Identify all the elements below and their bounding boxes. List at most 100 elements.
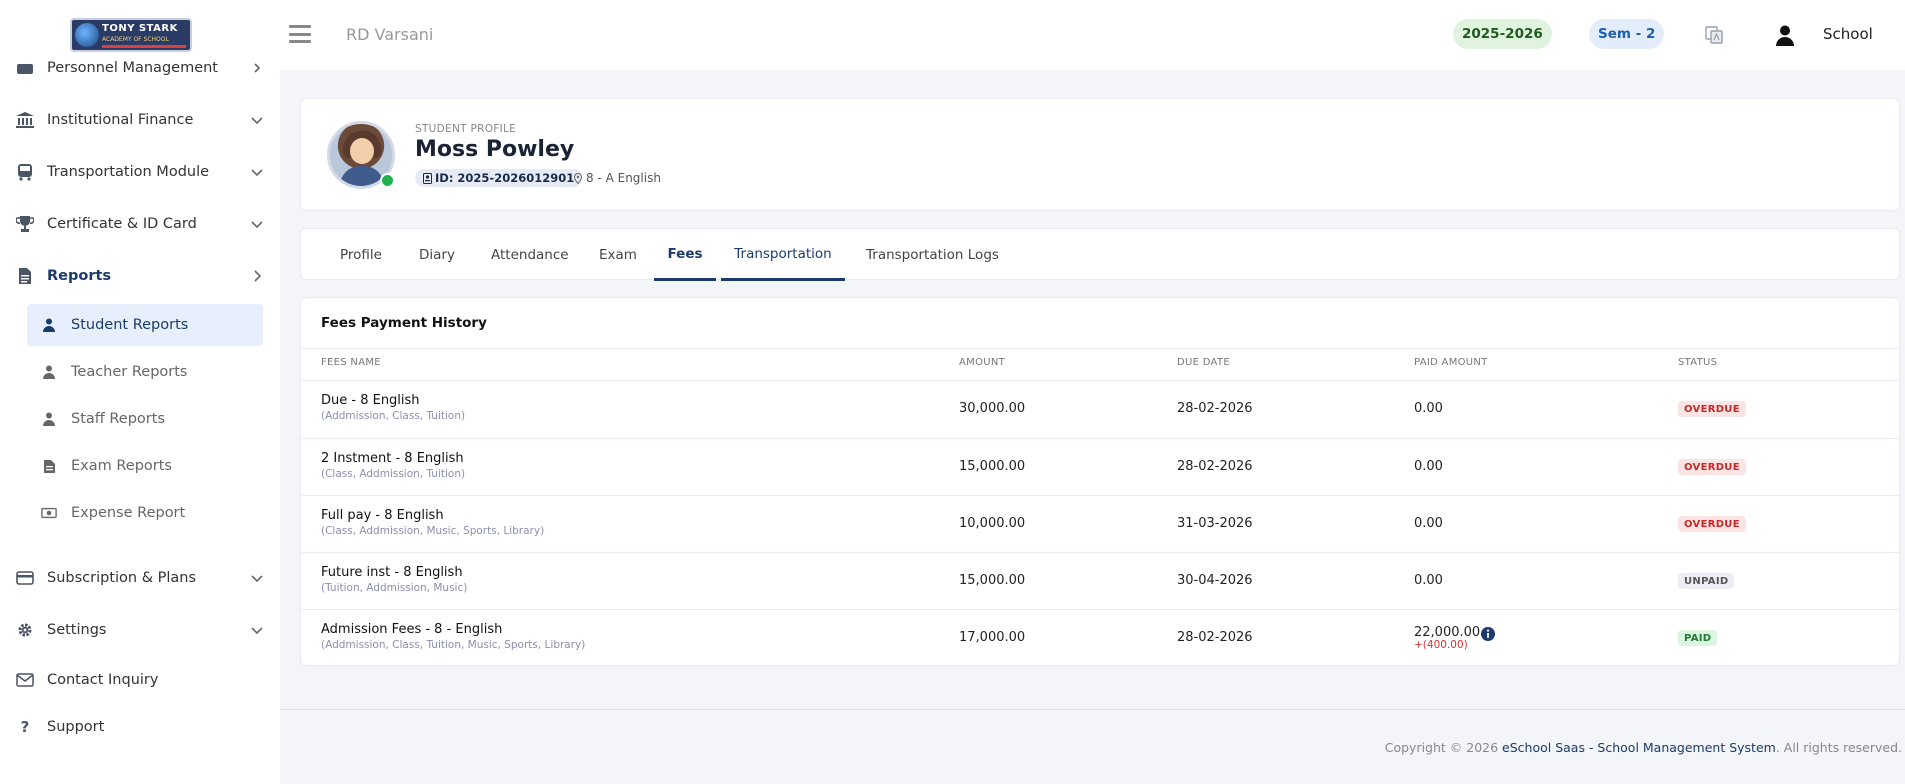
sidebar-subitem-staff-reports[interactable]: Staff Reports <box>27 398 263 440</box>
sidebar-item-label: Contact Inquiry <box>47 672 159 688</box>
id-card-icon <box>423 172 432 184</box>
semester-badge[interactable]: Sem - 2 <box>1589 19 1665 49</box>
trophy-icon <box>15 214 35 234</box>
envelope-icon <box>15 670 35 690</box>
fee-amount: 15,000.00 <box>959 573 1026 588</box>
user-avatar-icon[interactable] <box>1774 24 1796 46</box>
chevron-right-icon <box>250 61 264 75</box>
copyright-suffix: . All rights reserved. <box>1775 740 1902 755</box>
fee-amount: 15,000.00 <box>959 459 1026 474</box>
copyright-text: Copyright © 2026 eSchool Saas - School M… <box>1385 740 1902 755</box>
table-row[interactable]: Future inst - 8 English (Tuition, Addmis… <box>301 553 1901 610</box>
sidebar-item-settings[interactable]: Settings <box>0 610 280 650</box>
chevron-down-icon <box>250 113 264 127</box>
column-header-fees-name: FEES NAME <box>321 357 381 368</box>
avatar-face <box>350 138 374 164</box>
chevron-down-icon <box>250 217 264 231</box>
tab-exam[interactable]: Exam <box>599 229 637 281</box>
sidebar-subitem-label: Student Reports <box>71 317 189 333</box>
online-status-dot <box>380 173 395 188</box>
column-header-amount: AMOUNT <box>959 357 1006 368</box>
session-badge[interactable]: 2025-2026 <box>1453 19 1552 49</box>
sidebar-item-label: Subscription & Plans <box>47 570 197 586</box>
user-icon <box>41 364 57 380</box>
fee-paid-amount: 22,000.00 <box>1414 625 1481 640</box>
fee-due-date: 31-03-2026 <box>1177 516 1253 531</box>
sidebar-item-label: Settings <box>47 622 107 638</box>
logo-title: TONY STARK <box>102 23 178 34</box>
logo-subtitle: ACADEMY OF SCHOOL <box>102 36 169 43</box>
divider <box>301 348 1901 349</box>
money-icon <box>41 505 57 521</box>
fee-paid-amount: 0.00 <box>1414 516 1443 531</box>
sidebar-subitem-expense-report[interactable]: Expense Report <box>27 492 263 534</box>
copyright-prefix: Copyright © 2026 <box>1384 740 1503 755</box>
section-title: Fees Payment History <box>321 315 487 331</box>
fee-paid-amount: 0.00 <box>1414 573 1443 588</box>
sidebar-subitem-student-reports[interactable]: Student Reports <box>27 304 263 346</box>
fee-components: (Addmission, Class, Tuition) <box>321 410 466 422</box>
language-icon[interactable] <box>1704 25 1724 45</box>
user-name[interactable]: School <box>1823 25 1873 43</box>
sidebar-item-contact-inquiry[interactable]: Contact Inquiry <box>0 660 280 700</box>
sidebar-item-support[interactable]: ? Support <box>0 707 280 747</box>
status-badge: OVERDUE <box>1678 516 1746 532</box>
fee-name: Admission Fees - 8 - English <box>321 622 503 637</box>
gear-icon <box>15 620 35 640</box>
info-icon[interactable] <box>1480 626 1496 642</box>
tab-profile[interactable]: Profile <box>340 229 382 281</box>
tab-diary[interactable]: Diary <box>419 229 455 281</box>
student-class: 8 - A English <box>574 171 661 185</box>
profile-tabs: Profile Diary Attendance Exam Fees Trans… <box>300 228 1900 281</box>
sidebar-item-label: Certificate & ID Card <box>47 216 197 232</box>
sidebar-item-label: Reports <box>47 268 112 284</box>
hamburger-menu-icon[interactable] <box>289 25 311 43</box>
table-row[interactable]: Full pay - 8 English (Class, Addmission,… <box>301 496 1901 553</box>
sidebar-item-institutional-finance[interactable]: Institutional Finance <box>0 100 280 140</box>
file-icon <box>41 458 57 474</box>
credit-card-icon <box>15 568 35 588</box>
fee-due-date: 28-02-2026 <box>1177 401 1253 416</box>
fees-payment-history: Fees Payment History FEES NAME AMOUNT DU… <box>300 297 1901 667</box>
column-header-status: STATUS <box>1678 357 1718 368</box>
sidebar-item-personnel-management[interactable]: Personnel Management <box>0 48 280 88</box>
sidebar-item-subscription-plans[interactable]: Subscription & Plans <box>0 558 280 598</box>
fee-due-date: 28-02-2026 <box>1177 459 1253 474</box>
sidebar-item-label: Transportation Module <box>47 164 210 180</box>
sidebar-subitem-label: Staff Reports <box>71 411 165 427</box>
sidebar-subitem-exam-reports[interactable]: Exam Reports <box>27 445 263 487</box>
user-icon <box>41 317 57 333</box>
chevron-down-icon <box>250 571 264 585</box>
sidebar-item-certificate-id-card[interactable]: Certificate & ID Card <box>0 204 280 244</box>
sidebar-subitem-label: Teacher Reports <box>71 364 188 380</box>
school-name: RD Varsani <box>346 25 434 44</box>
copyright-link[interactable]: eSchool Saas - School Management System <box>1502 740 1776 755</box>
table-row[interactable]: 2 Instment - 8 English (Class, Addmissio… <box>301 439 1901 496</box>
sidebar-item-reports[interactable]: Reports <box>0 256 280 296</box>
student-name: Moss Powley <box>415 137 575 162</box>
fee-components: (Class, Addmission, Tuition) <box>321 468 466 480</box>
table-row[interactable]: Due - 8 English (Addmission, Class, Tuit… <box>301 381 1901 438</box>
tab-transportation-logs[interactable]: Transportation Logs <box>866 229 999 281</box>
sidebar-subitem-teacher-reports[interactable]: Teacher Reports <box>27 351 263 393</box>
fee-paid-amount: 0.00 <box>1414 459 1443 474</box>
fee-name: 2 Instment - 8 English <box>321 451 464 466</box>
tab-fees[interactable]: Fees <box>654 229 716 281</box>
fee-name: Future inst - 8 English <box>321 565 463 580</box>
student-id-badge: ID: 2025-2026012901 <box>415 169 583 187</box>
fee-due-date: 28-02-2026 <box>1177 630 1253 645</box>
sidebar-item-transportation-module[interactable]: Transportation Module <box>0 152 280 192</box>
table-row[interactable]: Admission Fees - 8 - English (Addmission… <box>301 610 1901 667</box>
student-profile-card: STUDENT PROFILE Moss Powley ID: 2025-202… <box>300 98 1900 211</box>
tab-transportation[interactable]: Transportation <box>721 229 845 281</box>
tab-attendance[interactable]: Attendance <box>491 229 569 281</box>
fee-components: (Class, Addmission, Music, Sports, Libra… <box>321 525 545 537</box>
fee-name: Full pay - 8 English <box>321 508 444 523</box>
status-badge: PAID <box>1678 630 1718 646</box>
bank-icon <box>15 110 35 130</box>
school-logo[interactable]: TONY STARK ACADEMY OF SCHOOL <box>70 18 192 52</box>
top-header: RD Varsani 2025-2026 Sem - 2 School <box>280 0 1905 70</box>
chevron-down-icon <box>250 165 264 179</box>
file-icon <box>15 266 35 286</box>
fee-due-date: 30-04-2026 <box>1177 573 1253 588</box>
